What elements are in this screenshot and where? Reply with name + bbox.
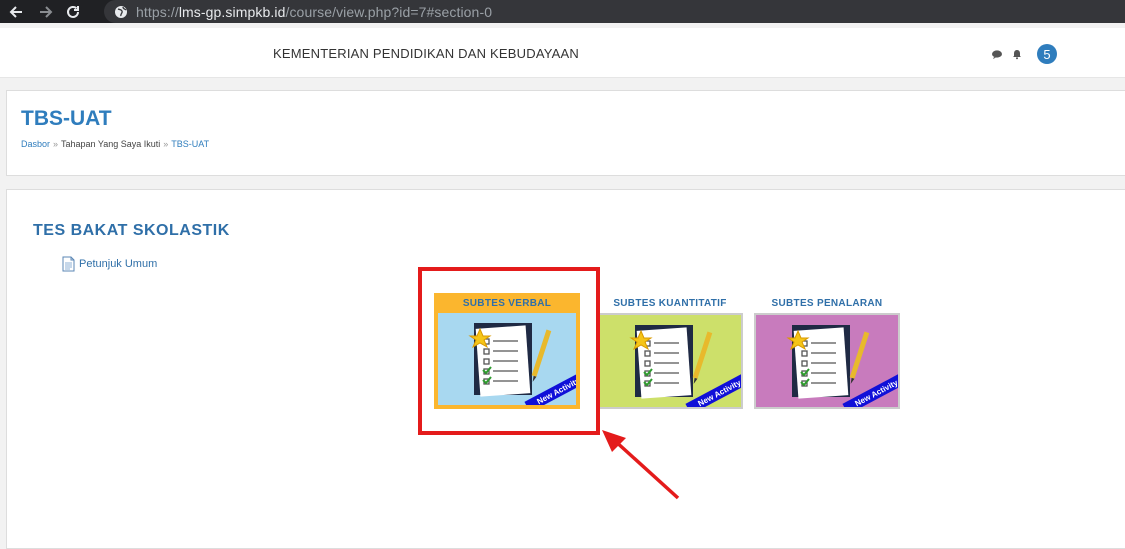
browser-toolbar: https://lms-gp.simpkb.id/course/view.php… xyxy=(0,0,1125,23)
site-title[interactable]: KEMENTERIAN PENDIDIKAN DAN KEBUDAYAAN xyxy=(273,46,579,61)
activity-image[interactable]: New Activity xyxy=(754,313,900,409)
highlight-box xyxy=(418,267,600,435)
back-button[interactable] xyxy=(6,1,28,23)
tile-subtes-penalaran[interactable]: SUBTES PENALARAN New Activity xyxy=(754,293,900,409)
breadcrumb-dasbor[interactable]: Dasbor xyxy=(21,139,50,149)
breadcrumb: Dasbor» Tahapan Yang Saya Ikuti» TBS-UAT xyxy=(21,139,209,149)
forward-arrow-icon xyxy=(40,5,53,18)
reload-button[interactable] xyxy=(62,1,84,23)
globe-icon xyxy=(115,5,127,18)
resource-label: Petunjuk Umum xyxy=(79,258,158,270)
tile-label: SUBTES KUANTITATIF xyxy=(613,297,727,309)
forward-button[interactable] xyxy=(34,1,56,23)
url-text: https://lms-gp.simpkb.id/course/view.php… xyxy=(136,3,493,20)
back-arrow-icon xyxy=(9,5,22,18)
section-title: TES BAKAT SKOLASTIK xyxy=(33,222,230,239)
breadcrumb-separator: » xyxy=(53,139,59,149)
course-header: TBS-UAT Dasbor» Tahapan Yang Saya Ikuti» T… xyxy=(6,90,1125,176)
bell-icon[interactable] xyxy=(1011,48,1023,60)
document-icon xyxy=(62,256,75,272)
breadcrumb-current[interactable]: TBS-UAT xyxy=(171,139,209,149)
page-title: TBS-UAT xyxy=(21,107,112,130)
reload-icon xyxy=(67,5,79,18)
tile-label: SUBTES PENALARAN xyxy=(771,297,883,309)
site-header: KEMENTERIAN PENDIDIKAN DAN KEBUDAYAAN 5 xyxy=(0,28,1125,78)
message-icon[interactable] xyxy=(991,48,1003,60)
address-bar[interactable]: https://lms-gp.simpkb.id/course/view.php… xyxy=(104,0,1125,23)
annotation-arrow-icon xyxy=(602,430,680,500)
notification-badge[interactable]: 5 xyxy=(1037,44,1057,64)
tile-subtes-kuantitatif[interactable]: SUBTES KUANTITATIF New Activity xyxy=(597,293,743,409)
activity-image[interactable]: New Activity xyxy=(597,313,743,409)
breadcrumb-separator: » xyxy=(163,139,169,149)
resource-petunjuk-umum[interactable]: Petunjuk Umum xyxy=(62,256,157,272)
breadcrumb-tahapan[interactable]: Tahapan Yang Saya Ikuti xyxy=(61,139,160,149)
